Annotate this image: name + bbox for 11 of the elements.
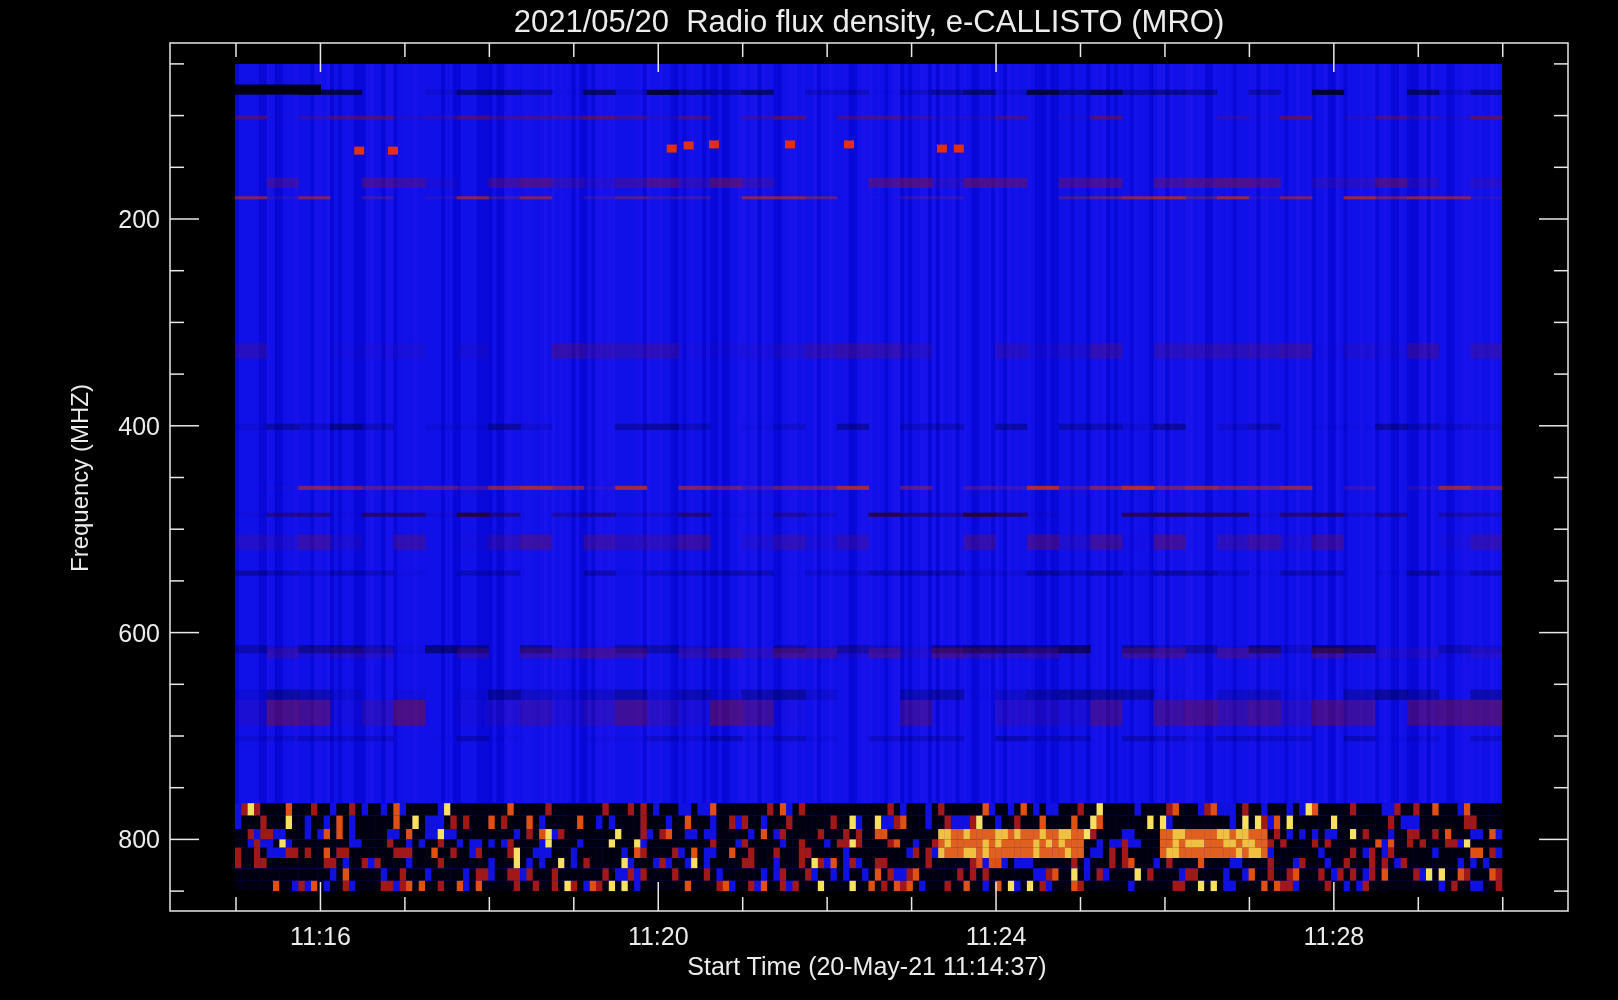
tick-label: 200 xyxy=(118,205,160,233)
tick-label: 600 xyxy=(118,618,160,647)
axis-label: Frequency (MHZ) xyxy=(66,384,93,572)
tick-label: 11:28 xyxy=(1303,922,1365,950)
tick-label: 800 xyxy=(118,825,160,854)
tick-label: 11:20 xyxy=(627,922,689,950)
chart-title: 2021/05/20 Radio flux density, e-CALLISTO (MRO) xyxy=(513,4,1225,39)
tick-label: 11:24 xyxy=(965,922,1027,950)
tick-label: 11:16 xyxy=(290,922,351,950)
tick-label: 400 xyxy=(118,411,160,440)
axis-label: Start Time (20-May-21 11:14:37) xyxy=(687,952,1047,980)
